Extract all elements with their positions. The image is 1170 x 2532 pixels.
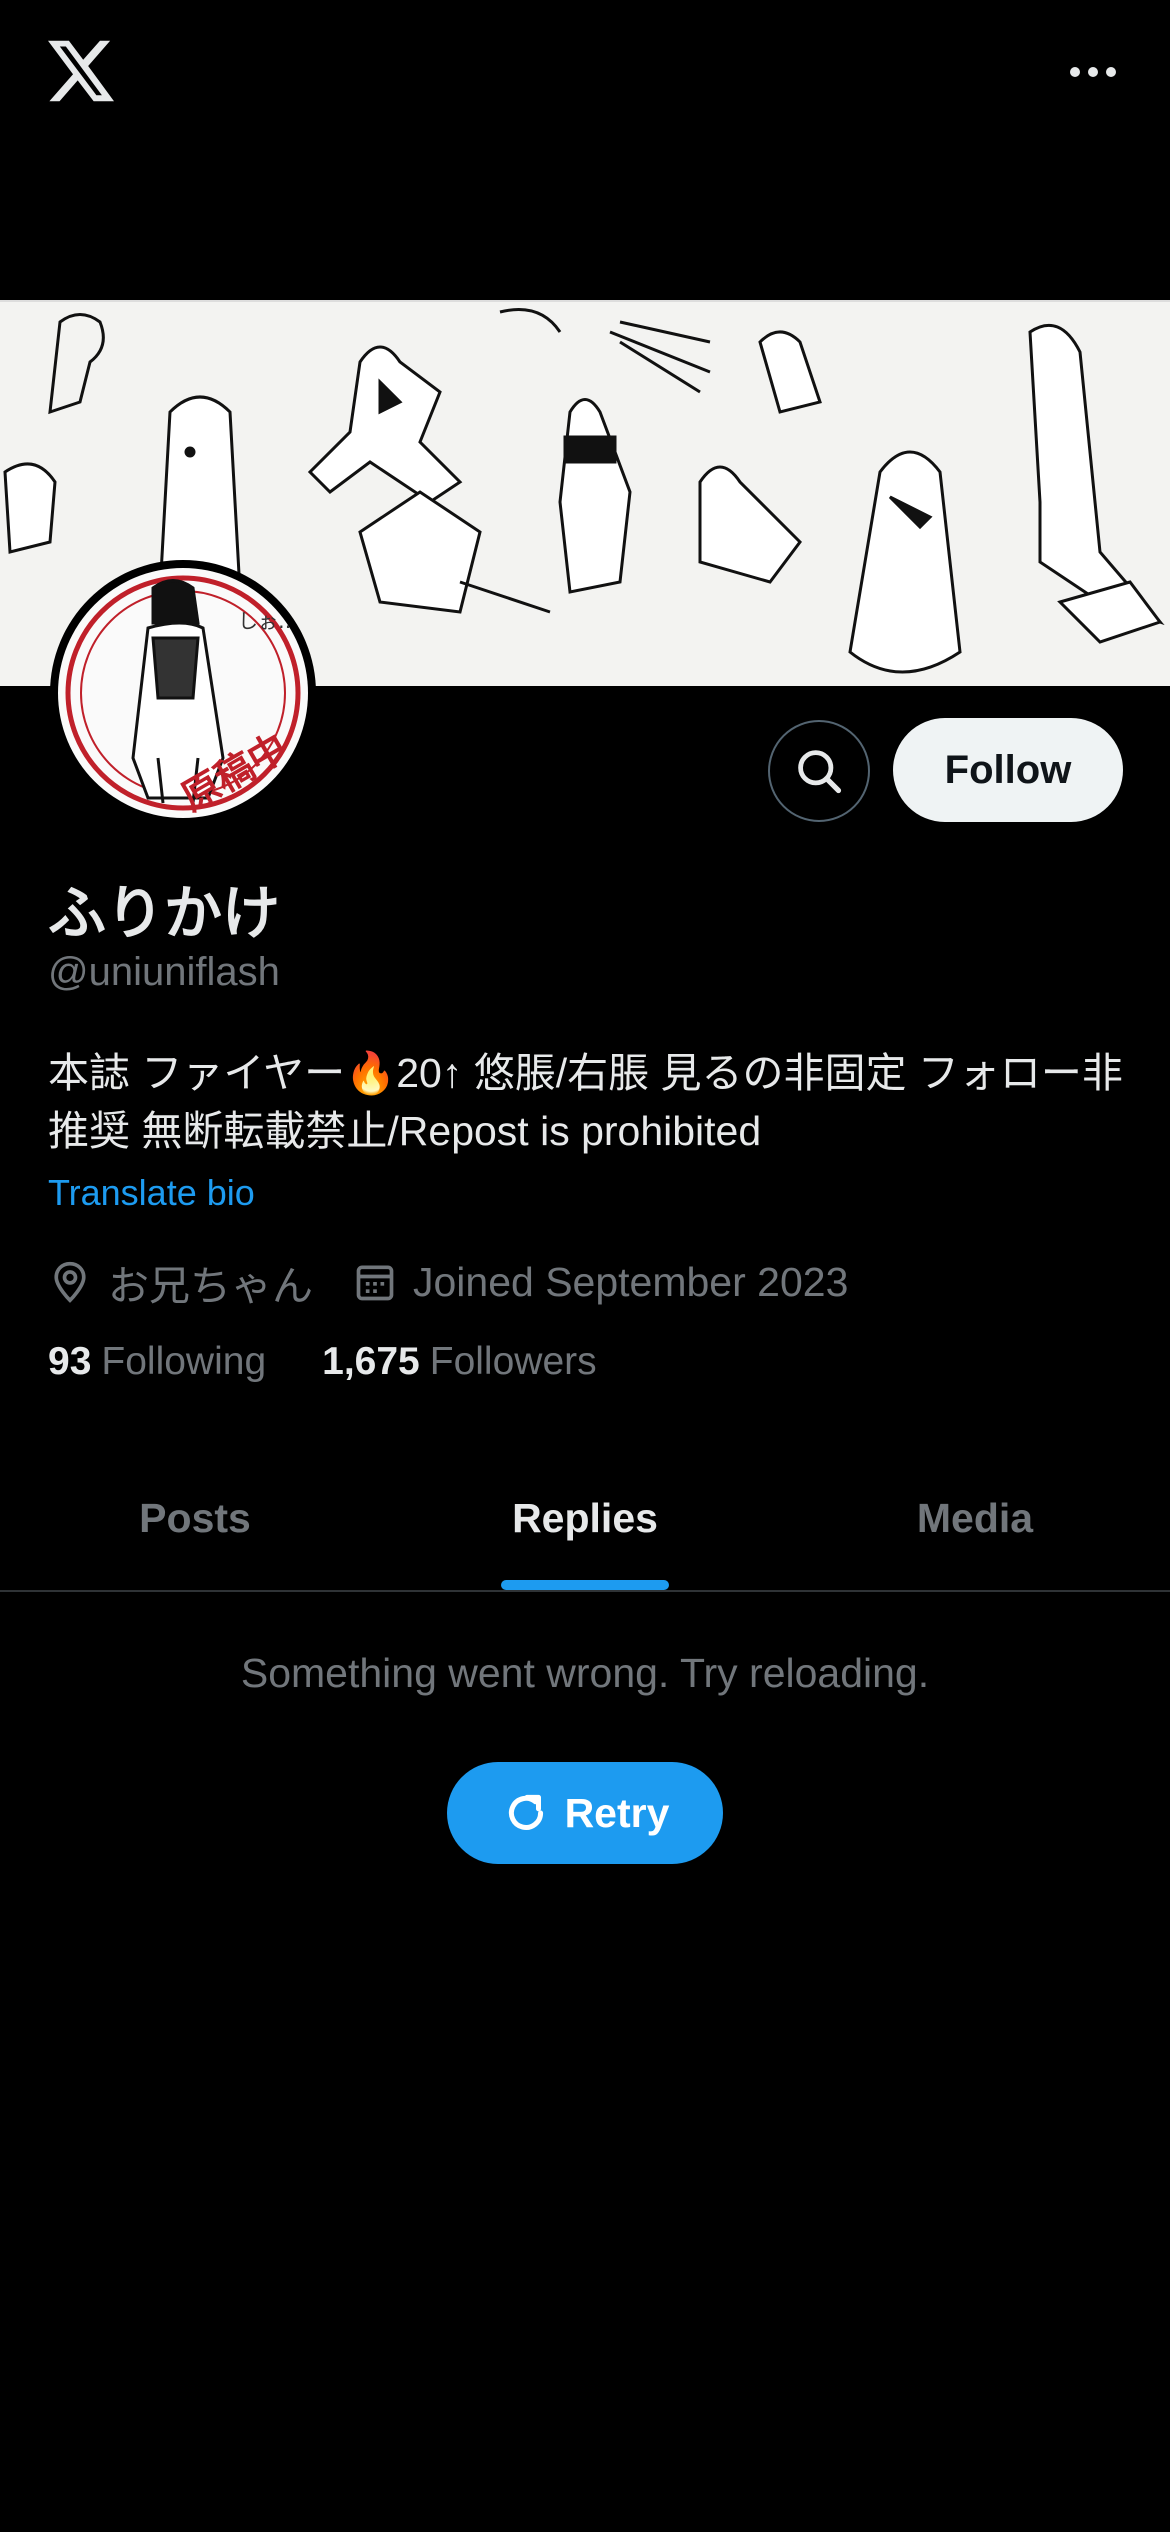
- refresh-icon: [508, 1794, 543, 1830]
- translate-bio-link[interactable]: Translate bio: [48, 1172, 255, 1214]
- svg-text:しぉ…: しぉ…: [238, 609, 298, 633]
- retry-label: Retry: [564, 1789, 670, 1836]
- more-options-icon[interactable]: [1058, 52, 1128, 92]
- profile-tabs: Posts Replies Media: [0, 1446, 1170, 1592]
- profile-page: しぉ… 原稿中 Follow ふりかけ @uniuniflash 本誌 ファイヤ…: [0, 0, 1170, 2532]
- calendar-icon: [356, 1265, 394, 1301]
- display-name: ふりかけ: [48, 881, 281, 946]
- follow-button[interactable]: Follow: [893, 718, 1123, 822]
- tab-media[interactable]: Media: [780, 1446, 1170, 1590]
- joined-date: Joined September 2023: [413, 1258, 849, 1305]
- search-icon: [798, 750, 842, 794]
- followers-link[interactable]: 1,675 Followers: [322, 1340, 596, 1384]
- avatar[interactable]: しぉ… 原稿中: [50, 560, 316, 826]
- following-link[interactable]: 93 Following: [48, 1340, 266, 1384]
- x-logo-icon[interactable]: [48, 40, 114, 102]
- tab-media-label: Media: [916, 1494, 1034, 1541]
- joined-item: Joined September 2023: [353, 1259, 848, 1306]
- tab-replies[interactable]: Replies: [390, 1446, 780, 1590]
- avatar-illustration: しぉ… 原稿中: [65, 575, 301, 818]
- location-pin-icon: [54, 1261, 86, 1303]
- location-text: お兄ちゃん: [108, 1263, 313, 1309]
- profile-meta: お兄ちゃん Joined September 2023: [48, 1252, 888, 1312]
- tab-replies-label: Replies: [512, 1494, 658, 1541]
- retry-button[interactable]: Retry: [447, 1762, 723, 1864]
- tab-posts[interactable]: Posts: [0, 1446, 390, 1590]
- search-profile-button[interactable]: [768, 720, 870, 822]
- profile-bio: 本誌 ファイヤー🔥20↑ 悠脹/右脹 見るの非固定 フォロー非推奨 無断転載禁止…: [48, 1050, 1123, 1154]
- follow-counts: 93 Following 1,675 Followers: [48, 1340, 653, 1384]
- following-count: 93: [48, 1340, 92, 1383]
- user-handle: @uniuniflash: [48, 950, 280, 994]
- followers-label: Followers: [429, 1340, 597, 1383]
- location-item: お兄ちゃん: [48, 1252, 313, 1312]
- following-label: Following: [101, 1340, 267, 1383]
- active-tab-indicator: [501, 1580, 669, 1590]
- top-bar: [0, 0, 1170, 300]
- error-message: Something went wrong. Try reloading.: [240, 1650, 930, 1696]
- followers-count: 1,675: [322, 1340, 420, 1383]
- tab-posts-label: Posts: [139, 1494, 251, 1541]
